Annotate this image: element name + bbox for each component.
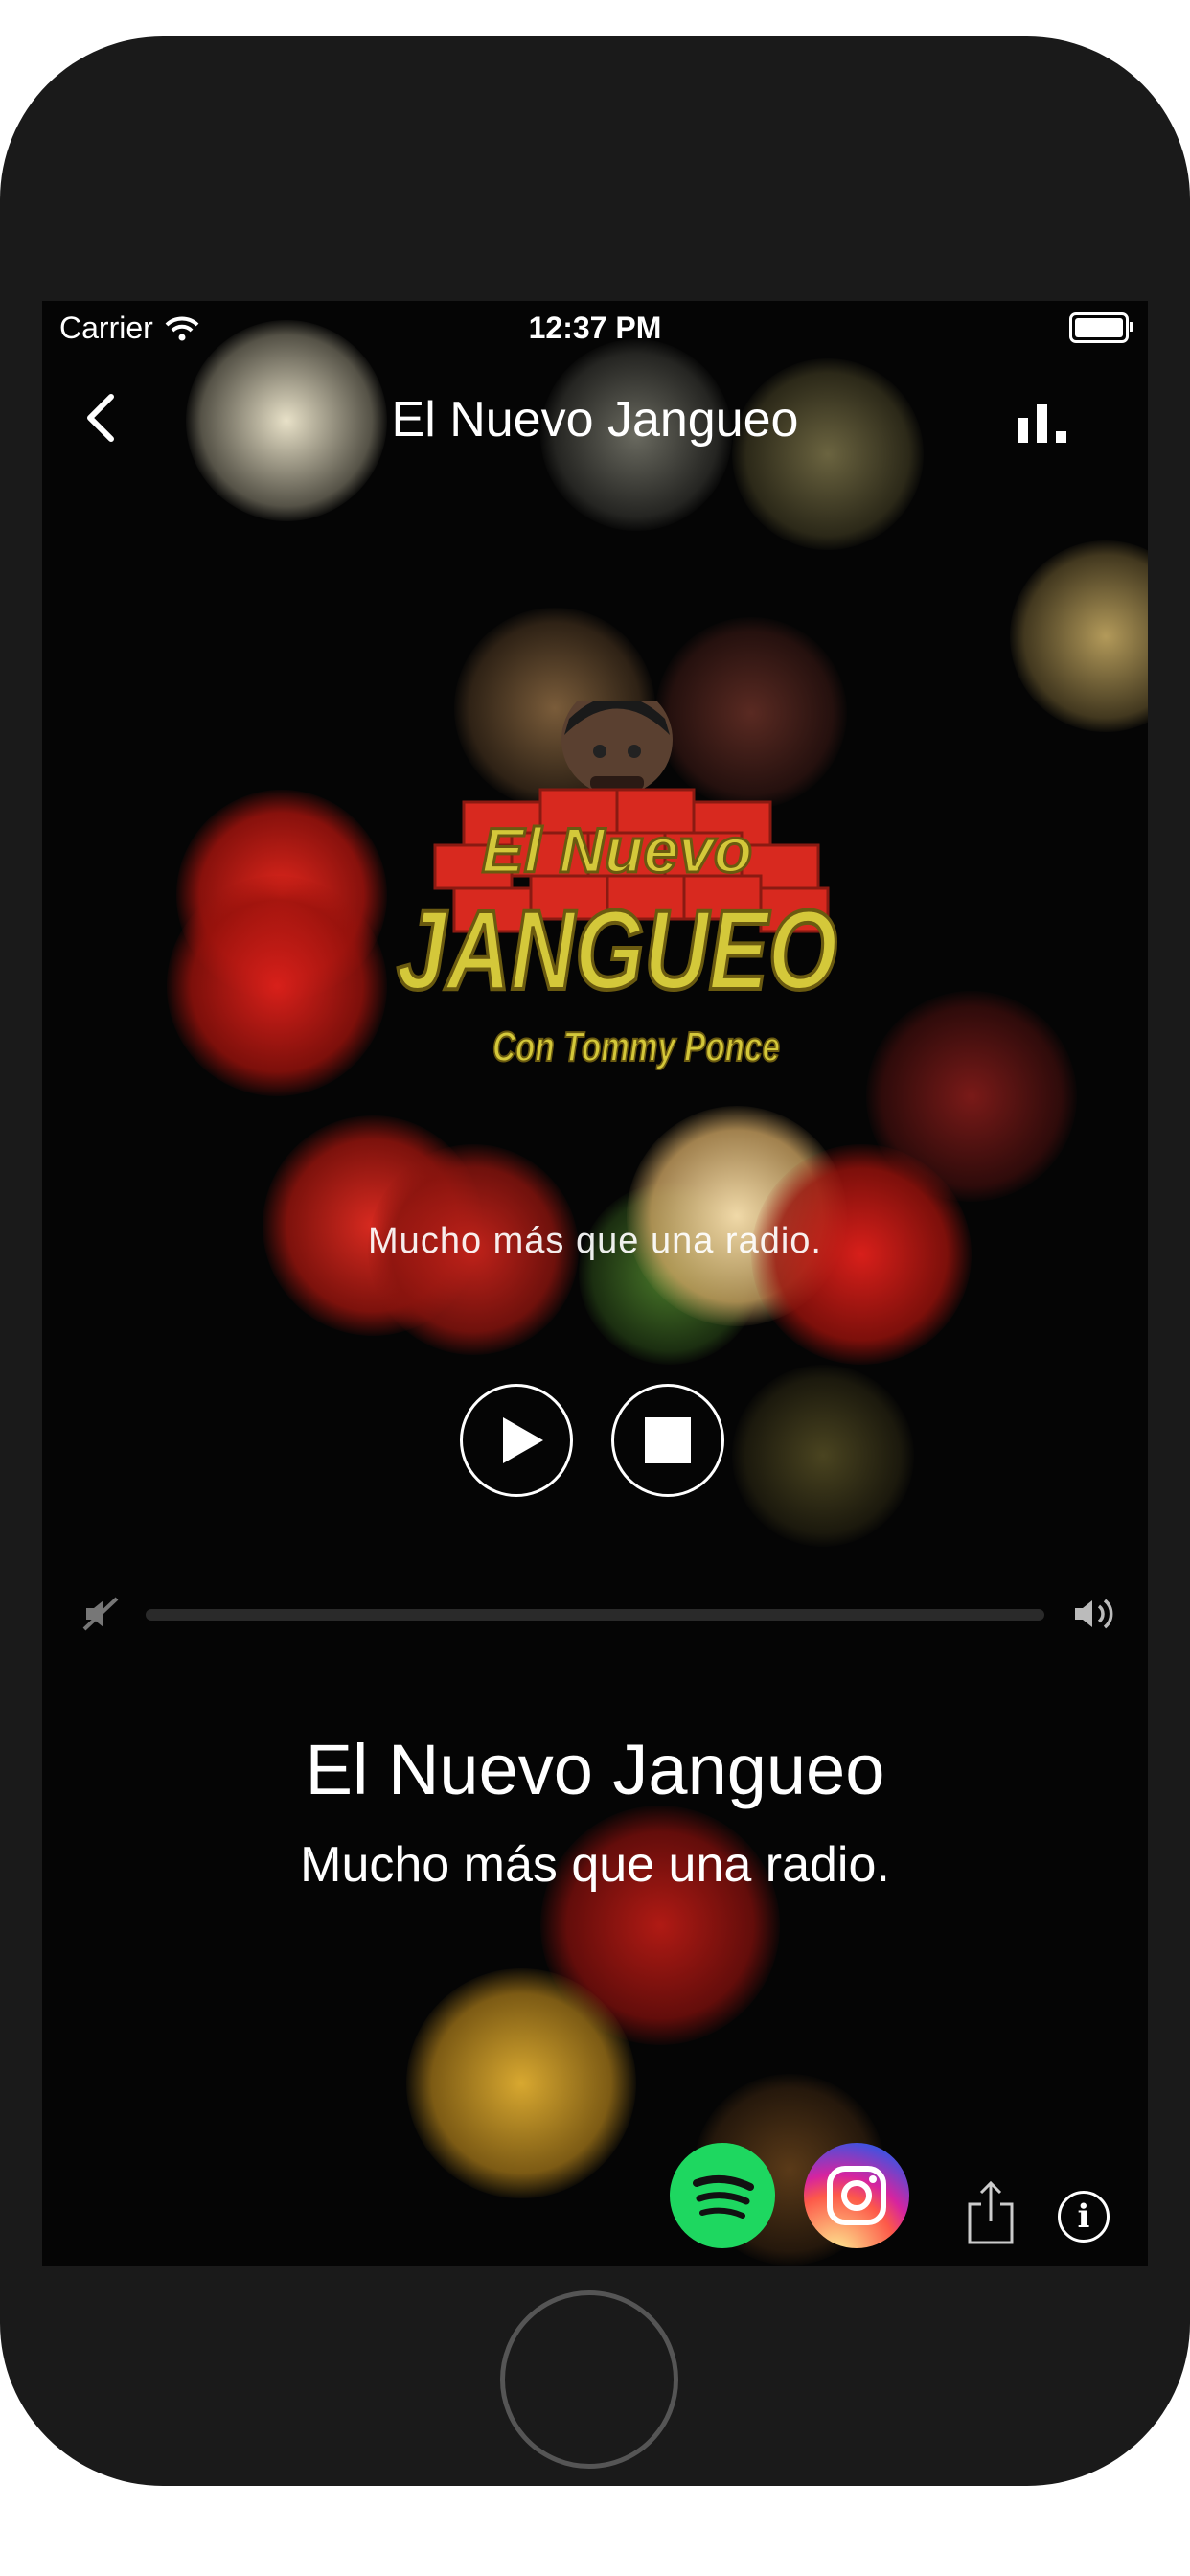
- app-screen: Carrier 12:37 PM El Nuevo Jangueo El Nue…: [42, 301, 1148, 2266]
- nav-title: El Nuevo Jangueo: [391, 392, 799, 448]
- bokeh-light: [1010, 540, 1148, 732]
- logo-line-2: JANGUEO: [397, 887, 837, 1014]
- spotify-icon: [693, 2174, 754, 2219]
- bokeh-light: [866, 991, 1077, 1202]
- home-button[interactable]: [500, 2290, 678, 2469]
- spotify-button[interactable]: [670, 2143, 775, 2248]
- battery-icon: [1069, 312, 1133, 343]
- bokeh-light: [167, 876, 387, 1096]
- bokeh-light: [406, 1968, 636, 2198]
- instagram-button[interactable]: [804, 2143, 909, 2248]
- station-name: El Nuevo Jangueo: [305, 1730, 885, 1809]
- phone-frame: Carrier 12:37 PM El Nuevo Jangueo El Nue…: [0, 36, 1190, 2486]
- info-button[interactable]: i: [1058, 2191, 1110, 2242]
- volume-high-icon: [1075, 1598, 1113, 1629]
- play-icon: [503, 1417, 543, 1463]
- logo-portrait: [561, 702, 673, 795]
- station-tagline: Mucho más que una radio.: [300, 1837, 890, 1893]
- logo-line-1: El Nuevo: [482, 815, 752, 886]
- equalizer-icon[interactable]: [1014, 399, 1071, 447]
- logo-line-3: Con Tommy Ponce: [492, 1024, 780, 1070]
- info-icon: i: [1077, 2197, 1090, 2236]
- navigation-bar: El Nuevo Jangueo: [42, 368, 1148, 464]
- station-logo: El Nuevo JANGUEO Con Tommy Ponce: [395, 702, 839, 1071]
- stop-icon: [645, 1417, 691, 1463]
- volume-control: [42, 1585, 1148, 1643]
- status-bar: Carrier 12:37 PM: [42, 301, 1148, 362]
- bokeh-light: [732, 1365, 914, 1547]
- player-tagline: Mucho más que una radio.: [368, 1221, 822, 1261]
- volume-mute-icon: [82, 1597, 119, 1631]
- bokeh-light: [579, 1183, 761, 1365]
- volume-slider[interactable]: [146, 1609, 1044, 1621]
- stop-button[interactable]: [611, 1384, 724, 1497]
- instagram-icon: [827, 2166, 886, 2225]
- share-icon[interactable]: [962, 2179, 1019, 2246]
- status-time: 12:37 PM: [528, 310, 662, 345]
- play-button[interactable]: [460, 1384, 573, 1497]
- bokeh-light: [627, 1106, 847, 1326]
- bokeh-light: [176, 790, 387, 1000]
